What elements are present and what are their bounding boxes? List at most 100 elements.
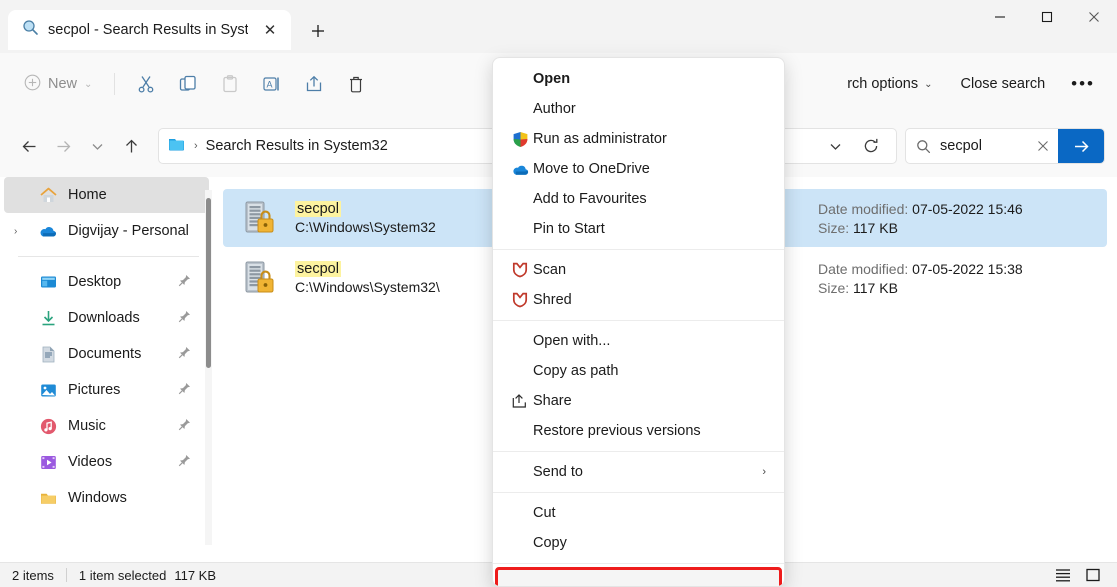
search-box[interactable]: secpol bbox=[905, 128, 1105, 164]
sidebar-item-onedrive[interactable]: › Digvijay - Personal bbox=[0, 213, 213, 249]
menu-item-label: Pin to Start bbox=[533, 221, 605, 237]
address-dropdown-button[interactable] bbox=[818, 129, 852, 163]
pin-icon[interactable] bbox=[178, 346, 191, 362]
tab-strip: secpol - Search Results in Syst ✕ bbox=[0, 0, 335, 53]
sidebar-item-home[interactable]: Home bbox=[4, 177, 209, 213]
menu-divider bbox=[493, 563, 784, 564]
menu-item-label: Move to OneDrive bbox=[533, 161, 650, 177]
sidebar-item-pictures[interactable]: Pictures bbox=[0, 372, 213, 408]
new-tab-button[interactable] bbox=[301, 14, 335, 48]
menu-item-label: Run as administrator bbox=[533, 131, 667, 147]
recent-locations-button[interactable] bbox=[80, 129, 114, 163]
menu-item-create-shortcut[interactable] bbox=[497, 569, 780, 587]
tab-title: secpol - Search Results in Syst bbox=[48, 22, 248, 38]
sidebar-item-videos[interactable]: Videos bbox=[0, 444, 213, 480]
plus-circle-icon bbox=[24, 74, 41, 95]
search-input[interactable]: secpol bbox=[940, 138, 1028, 154]
refresh-icon[interactable] bbox=[854, 129, 888, 163]
menu-item-send-to[interactable]: Send to › bbox=[497, 457, 780, 487]
tab-search-results[interactable]: secpol - Search Results in Syst ✕ bbox=[8, 10, 291, 50]
list-view-icon[interactable] bbox=[1051, 565, 1075, 585]
file-size: Size: 117 KB bbox=[818, 280, 1023, 296]
menu-item-label: Restore previous versions bbox=[533, 423, 701, 439]
pictures-icon bbox=[38, 380, 58, 400]
file-path: C:\Windows\System32\ bbox=[295, 279, 440, 295]
close-search-button[interactable]: Close search bbox=[949, 67, 1058, 101]
file-size-label: Size: bbox=[818, 220, 849, 236]
menu-item-open[interactable]: Open bbox=[497, 64, 780, 94]
menu-item-add-to-favourites[interactable]: Add to Favourites bbox=[497, 184, 780, 214]
menu-item-cut[interactable]: Cut bbox=[497, 498, 780, 528]
date-modified-label: Date modified: bbox=[818, 201, 908, 217]
menu-item-restore-previous-versions[interactable]: Restore previous versions bbox=[497, 416, 780, 446]
menu-divider bbox=[493, 492, 784, 493]
sidebar-item-music[interactable]: Music bbox=[0, 408, 213, 444]
menu-item-move-to-onedrive[interactable]: Move to OneDrive bbox=[497, 154, 780, 184]
share-icon[interactable] bbox=[293, 67, 335, 101]
menu-item-label: Open bbox=[533, 71, 570, 87]
menu-item-scan[interactable]: Scan bbox=[497, 255, 780, 285]
menu-item-run-as-administrator[interactable]: Run as administrator bbox=[497, 124, 780, 154]
command-bar-right: rch options ⌄ Close search ••• bbox=[835, 67, 1105, 101]
menu-item-copy[interactable]: Copy bbox=[497, 528, 780, 558]
rename-icon[interactable]: A bbox=[251, 67, 293, 101]
sidebar-item-windows[interactable]: Windows bbox=[0, 480, 213, 516]
forward-button[interactable] bbox=[46, 129, 80, 163]
window-controls bbox=[976, 0, 1117, 33]
onedrive-icon bbox=[507, 160, 533, 179]
pin-icon[interactable] bbox=[178, 274, 191, 290]
file-name: secpol bbox=[295, 201, 341, 217]
sidebar-item-label: Pictures bbox=[68, 382, 120, 398]
pin-icon[interactable] bbox=[178, 382, 191, 398]
sidebar-item-desktop[interactable]: Desktop bbox=[0, 264, 213, 300]
menu-divider bbox=[493, 249, 784, 250]
maximize-button[interactable] bbox=[1023, 0, 1070, 33]
music-icon bbox=[38, 416, 58, 436]
sidebar-item-label: Documents bbox=[68, 346, 141, 362]
pin-icon[interactable] bbox=[178, 418, 191, 434]
search-options-button[interactable]: rch options ⌄ bbox=[835, 67, 944, 101]
cut-icon[interactable] bbox=[125, 67, 167, 101]
copy-icon[interactable] bbox=[167, 67, 209, 101]
sidebar-item-documents[interactable]: Documents bbox=[0, 336, 213, 372]
home-icon bbox=[38, 185, 58, 205]
ellipsis-icon: ••• bbox=[1071, 74, 1095, 94]
menu-item-open-with[interactable]: Open with... bbox=[497, 326, 780, 356]
context-menu[interactable]: Open Author Run as administrator bbox=[492, 57, 785, 587]
back-button[interactable] bbox=[12, 129, 46, 163]
menu-divider bbox=[493, 320, 784, 321]
new-button[interactable]: New ⌄ bbox=[12, 67, 104, 101]
menu-item-pin-to-start[interactable]: Pin to Start bbox=[497, 214, 780, 244]
mmc-snapin-icon bbox=[237, 255, 283, 301]
paste-icon[interactable] bbox=[209, 67, 251, 101]
up-button[interactable] bbox=[114, 129, 148, 163]
documents-icon bbox=[38, 344, 58, 364]
mmc-snapin-icon bbox=[237, 195, 283, 241]
pin-icon[interactable] bbox=[178, 454, 191, 470]
navigation-pane[interactable]: Home › Digvijay - Personal Desktop bbox=[0, 177, 213, 562]
sidebar-divider bbox=[18, 256, 199, 257]
menu-item-shred[interactable]: Shred bbox=[497, 285, 780, 315]
sidebar-item-downloads[interactable]: Downloads bbox=[0, 300, 213, 336]
mcafee-shield-icon bbox=[507, 292, 533, 308]
minimize-button[interactable] bbox=[976, 0, 1023, 33]
search-clear-icon[interactable] bbox=[1028, 140, 1058, 152]
sidebar-scrollbar-thumb[interactable] bbox=[206, 198, 211, 368]
menu-item-share[interactable]: Share bbox=[497, 386, 780, 416]
view-toggles bbox=[1051, 565, 1105, 585]
delete-icon[interactable] bbox=[335, 67, 377, 101]
search-submit-button[interactable] bbox=[1058, 129, 1104, 163]
close-icon[interactable]: ✕ bbox=[257, 17, 283, 43]
close-button[interactable] bbox=[1070, 0, 1117, 33]
menu-item-copy-as-path[interactable]: Copy as path bbox=[497, 356, 780, 386]
menu-item-label: Scan bbox=[533, 262, 566, 278]
menu-item-author[interactable]: Author bbox=[497, 94, 780, 124]
tiles-view-icon[interactable] bbox=[1081, 565, 1105, 585]
overflow-menu-button[interactable]: ••• bbox=[1061, 67, 1105, 101]
close-search-label: Close search bbox=[961, 76, 1046, 92]
pin-icon[interactable] bbox=[178, 310, 191, 326]
sidebar-item-label: Music bbox=[68, 418, 106, 434]
sidebar-scrollbar[interactable] bbox=[205, 190, 212, 545]
downloads-icon bbox=[38, 308, 58, 328]
chevron-right-icon[interactable]: › bbox=[14, 226, 28, 237]
